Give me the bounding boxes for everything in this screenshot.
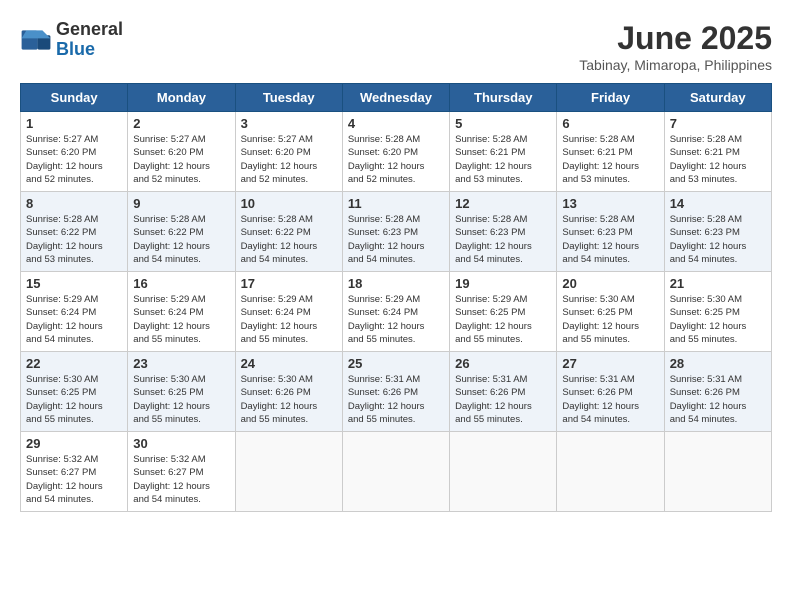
table-row: 27Sunrise: 5:31 AMSunset: 6:26 PMDayligh… <box>557 352 664 432</box>
col-sunday: Sunday <box>21 84 128 112</box>
table-row: 9Sunrise: 5:28 AMSunset: 6:22 PMDaylight… <box>128 192 235 272</box>
week-row-3: 15Sunrise: 5:29 AMSunset: 6:24 PMDayligh… <box>21 272 772 352</box>
week-row-1: 1Sunrise: 5:27 AMSunset: 6:20 PMDaylight… <box>21 112 772 192</box>
calendar-table: Sunday Monday Tuesday Wednesday Thursday… <box>20 83 772 512</box>
col-wednesday: Wednesday <box>342 84 449 112</box>
location-title: Tabinay, Mimaropa, Philippines <box>579 57 772 73</box>
month-title: June 2025 <box>579 20 772 57</box>
table-row: 16Sunrise: 5:29 AMSunset: 6:24 PMDayligh… <box>128 272 235 352</box>
table-row: 1Sunrise: 5:27 AMSunset: 6:20 PMDaylight… <box>21 112 128 192</box>
table-row: 20Sunrise: 5:30 AMSunset: 6:25 PMDayligh… <box>557 272 664 352</box>
col-friday: Friday <box>557 84 664 112</box>
table-row <box>342 432 449 512</box>
col-monday: Monday <box>128 84 235 112</box>
logo: General Blue <box>20 20 123 60</box>
col-saturday: Saturday <box>664 84 771 112</box>
table-row: 6Sunrise: 5:28 AMSunset: 6:21 PMDaylight… <box>557 112 664 192</box>
table-row: 30Sunrise: 5:32 AMSunset: 6:27 PMDayligh… <box>128 432 235 512</box>
table-row: 28Sunrise: 5:31 AMSunset: 6:26 PMDayligh… <box>664 352 771 432</box>
week-row-5: 29Sunrise: 5:32 AMSunset: 6:27 PMDayligh… <box>21 432 772 512</box>
table-row: 25Sunrise: 5:31 AMSunset: 6:26 PMDayligh… <box>342 352 449 432</box>
table-row: 5Sunrise: 5:28 AMSunset: 6:21 PMDaylight… <box>450 112 557 192</box>
table-row: 21Sunrise: 5:30 AMSunset: 6:25 PMDayligh… <box>664 272 771 352</box>
table-row: 15Sunrise: 5:29 AMSunset: 6:24 PMDayligh… <box>21 272 128 352</box>
table-row: 26Sunrise: 5:31 AMSunset: 6:26 PMDayligh… <box>450 352 557 432</box>
table-row: 22Sunrise: 5:30 AMSunset: 6:25 PMDayligh… <box>21 352 128 432</box>
table-row: 13Sunrise: 5:28 AMSunset: 6:23 PMDayligh… <box>557 192 664 272</box>
table-row: 3Sunrise: 5:27 AMSunset: 6:20 PMDaylight… <box>235 112 342 192</box>
table-row: 24Sunrise: 5:30 AMSunset: 6:26 PMDayligh… <box>235 352 342 432</box>
page-header: General Blue June 2025 Tabinay, Mimaropa… <box>20 20 772 73</box>
table-row <box>664 432 771 512</box>
table-row: 23Sunrise: 5:30 AMSunset: 6:25 PMDayligh… <box>128 352 235 432</box>
table-row: 8Sunrise: 5:28 AMSunset: 6:22 PMDaylight… <box>21 192 128 272</box>
table-row: 4Sunrise: 5:28 AMSunset: 6:20 PMDaylight… <box>342 112 449 192</box>
table-row: 29Sunrise: 5:32 AMSunset: 6:27 PMDayligh… <box>21 432 128 512</box>
table-row: 18Sunrise: 5:29 AMSunset: 6:24 PMDayligh… <box>342 272 449 352</box>
week-row-4: 22Sunrise: 5:30 AMSunset: 6:25 PMDayligh… <box>21 352 772 432</box>
table-row: 19Sunrise: 5:29 AMSunset: 6:25 PMDayligh… <box>450 272 557 352</box>
col-tuesday: Tuesday <box>235 84 342 112</box>
title-area: June 2025 Tabinay, Mimaropa, Philippines <box>579 20 772 73</box>
table-row: 17Sunrise: 5:29 AMSunset: 6:24 PMDayligh… <box>235 272 342 352</box>
week-row-2: 8Sunrise: 5:28 AMSunset: 6:22 PMDaylight… <box>21 192 772 272</box>
table-row: 14Sunrise: 5:28 AMSunset: 6:23 PMDayligh… <box>664 192 771 272</box>
logo-text: General Blue <box>56 20 123 60</box>
table-row <box>450 432 557 512</box>
table-row <box>557 432 664 512</box>
table-row: 10Sunrise: 5:28 AMSunset: 6:22 PMDayligh… <box>235 192 342 272</box>
table-row: 11Sunrise: 5:28 AMSunset: 6:23 PMDayligh… <box>342 192 449 272</box>
table-row: 2Sunrise: 5:27 AMSunset: 6:20 PMDaylight… <box>128 112 235 192</box>
logo-icon <box>20 24 52 56</box>
table-row <box>235 432 342 512</box>
weekday-header-row: Sunday Monday Tuesday Wednesday Thursday… <box>21 84 772 112</box>
col-thursday: Thursday <box>450 84 557 112</box>
table-row: 7Sunrise: 5:28 AMSunset: 6:21 PMDaylight… <box>664 112 771 192</box>
table-row: 12Sunrise: 5:28 AMSunset: 6:23 PMDayligh… <box>450 192 557 272</box>
